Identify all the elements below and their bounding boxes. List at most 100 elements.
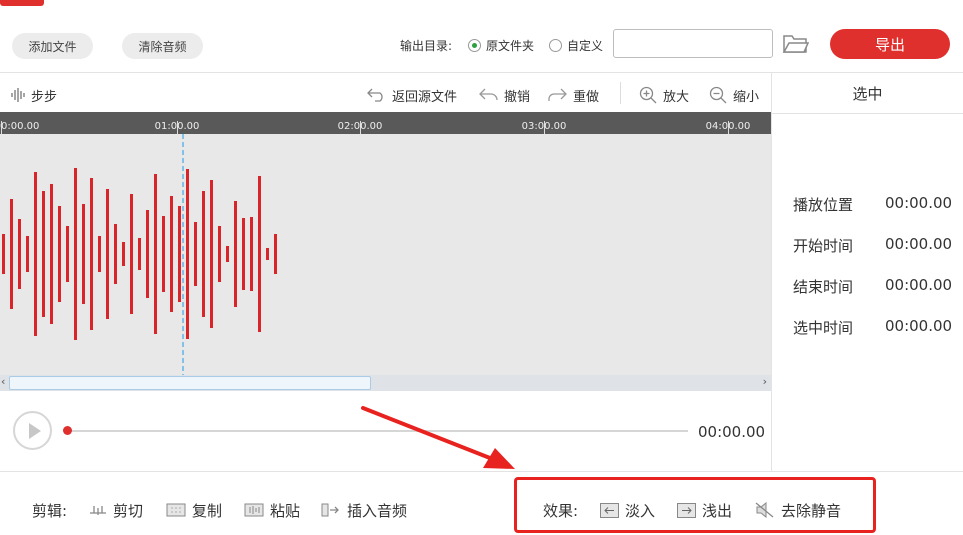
back-to-source-button[interactable]: 返回源文件	[367, 86, 458, 105]
end-time-label: 结束时间	[793, 278, 854, 296]
zoom-in-label: 放大	[663, 89, 690, 105]
zoom-out-icon	[709, 86, 727, 104]
cut-icon	[90, 506, 106, 515]
scroll-right-icon[interactable]: ›	[763, 375, 767, 388]
paste-icon	[244, 503, 264, 517]
start-time-value: 00:00.00	[885, 235, 953, 253]
waveform-bar	[154, 174, 157, 334]
zoom-out-button[interactable]: 缩小	[709, 86, 760, 105]
cut-label: 剪切	[113, 501, 144, 520]
waveform-bar	[10, 199, 13, 309]
back-label: 返回源文件	[392, 89, 458, 105]
cut-button[interactable]: 剪切	[89, 500, 143, 520]
return-icon	[367, 88, 383, 102]
playback-time: 00:00.00	[698, 423, 766, 441]
panel-divider	[771, 73, 772, 471]
toolbar-divider	[620, 82, 621, 104]
radio-custom-label: 自定义	[567, 39, 604, 53]
waveform-bar	[218, 226, 221, 282]
scroll-left-icon[interactable]: ‹	[1, 375, 5, 388]
waveform-bar	[74, 168, 77, 340]
selection-panel-title: 选中	[772, 73, 963, 114]
folder-icon[interactable]	[782, 33, 810, 58]
copy-icon	[166, 503, 186, 517]
undo-label: 撤销	[504, 89, 531, 105]
play-button[interactable]	[13, 411, 52, 450]
ruler-label: 02:00.00	[337, 121, 383, 132]
selected-time-value: 00:00.00	[885, 317, 953, 335]
highlight-box	[514, 477, 876, 533]
waveform-bar	[42, 191, 45, 317]
insert-audio-button[interactable]: 插入音频	[321, 500, 407, 520]
paste-button[interactable]: 粘贴	[244, 500, 300, 520]
export-button[interactable]: 导出	[830, 29, 950, 59]
ruler-label: 01:00.00	[154, 121, 200, 132]
waveform-bar	[234, 201, 237, 307]
waveform-bar	[90, 178, 93, 330]
waveform-bar	[178, 206, 181, 302]
waveform-area[interactable]	[0, 134, 771, 375]
play-position-value: 00:00.00	[885, 194, 953, 212]
undo-icon	[479, 88, 498, 101]
playback-knob[interactable]	[63, 426, 72, 435]
copy-button[interactable]: 复制	[166, 500, 222, 520]
scrollbar-thumb[interactable]	[9, 376, 371, 390]
output-dir-label: 输出目录:	[400, 39, 453, 53]
insert-audio-label: 插入音频	[347, 501, 408, 520]
redo-label: 重做	[573, 89, 600, 105]
redo-icon	[548, 88, 567, 101]
waveform-bar	[26, 236, 29, 272]
step-tool[interactable]: 步步	[11, 86, 58, 105]
waveform-bar	[66, 226, 69, 282]
start-time-label: 开始时间	[793, 237, 854, 255]
waveform-bar	[162, 216, 165, 292]
clear-audio-button[interactable]: 清除音频	[122, 33, 203, 59]
waveform-bar	[186, 169, 189, 339]
waveform-bar	[242, 218, 245, 290]
waveform-bar	[130, 194, 133, 314]
timeline-ruler[interactable]: 00:00.00 01:00.00 02:00.00 03:00.00 04:0…	[0, 112, 771, 134]
zoom-in-icon	[639, 86, 657, 104]
waveform-bar	[170, 196, 173, 312]
copy-label: 复制	[192, 501, 223, 520]
waveform-bar	[202, 191, 205, 317]
ruler-label: 03:00.00	[521, 121, 567, 132]
end-time-value: 00:00.00	[885, 276, 953, 294]
add-file-button[interactable]: 添加文件	[12, 33, 93, 59]
waveform-bar	[106, 189, 109, 319]
radio-unselected-icon[interactable]	[549, 39, 562, 52]
waveform-bar	[194, 222, 197, 286]
waveform-bar	[98, 236, 101, 272]
waveform-bar	[114, 224, 117, 284]
waveform-bar	[138, 238, 141, 270]
waveform-bar	[58, 206, 61, 302]
radio-original-folder[interactable]: 原文件夹	[468, 37, 534, 54]
ruler-label: 04:00.00	[705, 121, 751, 132]
undo-button[interactable]: 撤销	[479, 86, 531, 105]
waveform-bar	[250, 217, 253, 291]
radio-custom[interactable]: 自定义	[549, 37, 603, 54]
zoom-in-button[interactable]: 放大	[639, 86, 690, 105]
waveform-bar	[146, 210, 149, 298]
zoom-out-label: 缩小	[733, 89, 760, 105]
radio-selected-icon[interactable]	[468, 39, 481, 52]
step-label: 步步	[31, 89, 58, 105]
waveform-icon	[11, 88, 25, 102]
output-path-input[interactable]	[613, 29, 773, 58]
annotation-arrow	[361, 406, 515, 469]
waveform-bar	[50, 184, 53, 324]
waveform-bar	[122, 242, 125, 266]
waveform	[2, 134, 277, 375]
waveform-bar	[266, 248, 269, 260]
waveform-bar	[274, 234, 277, 274]
redo-button[interactable]: 重做	[548, 86, 600, 105]
insert-audio-icon	[321, 503, 339, 517]
radio-original-label: 原文件夹	[486, 39, 535, 53]
waveform-bar	[82, 204, 85, 304]
waveform-bar	[2, 234, 5, 274]
edit-label: 剪辑:	[32, 501, 68, 520]
paste-label: 粘贴	[270, 501, 301, 520]
waveform-bar	[34, 172, 37, 336]
waveform-bar	[210, 180, 213, 328]
selected-time-label: 选中时间	[793, 319, 854, 337]
